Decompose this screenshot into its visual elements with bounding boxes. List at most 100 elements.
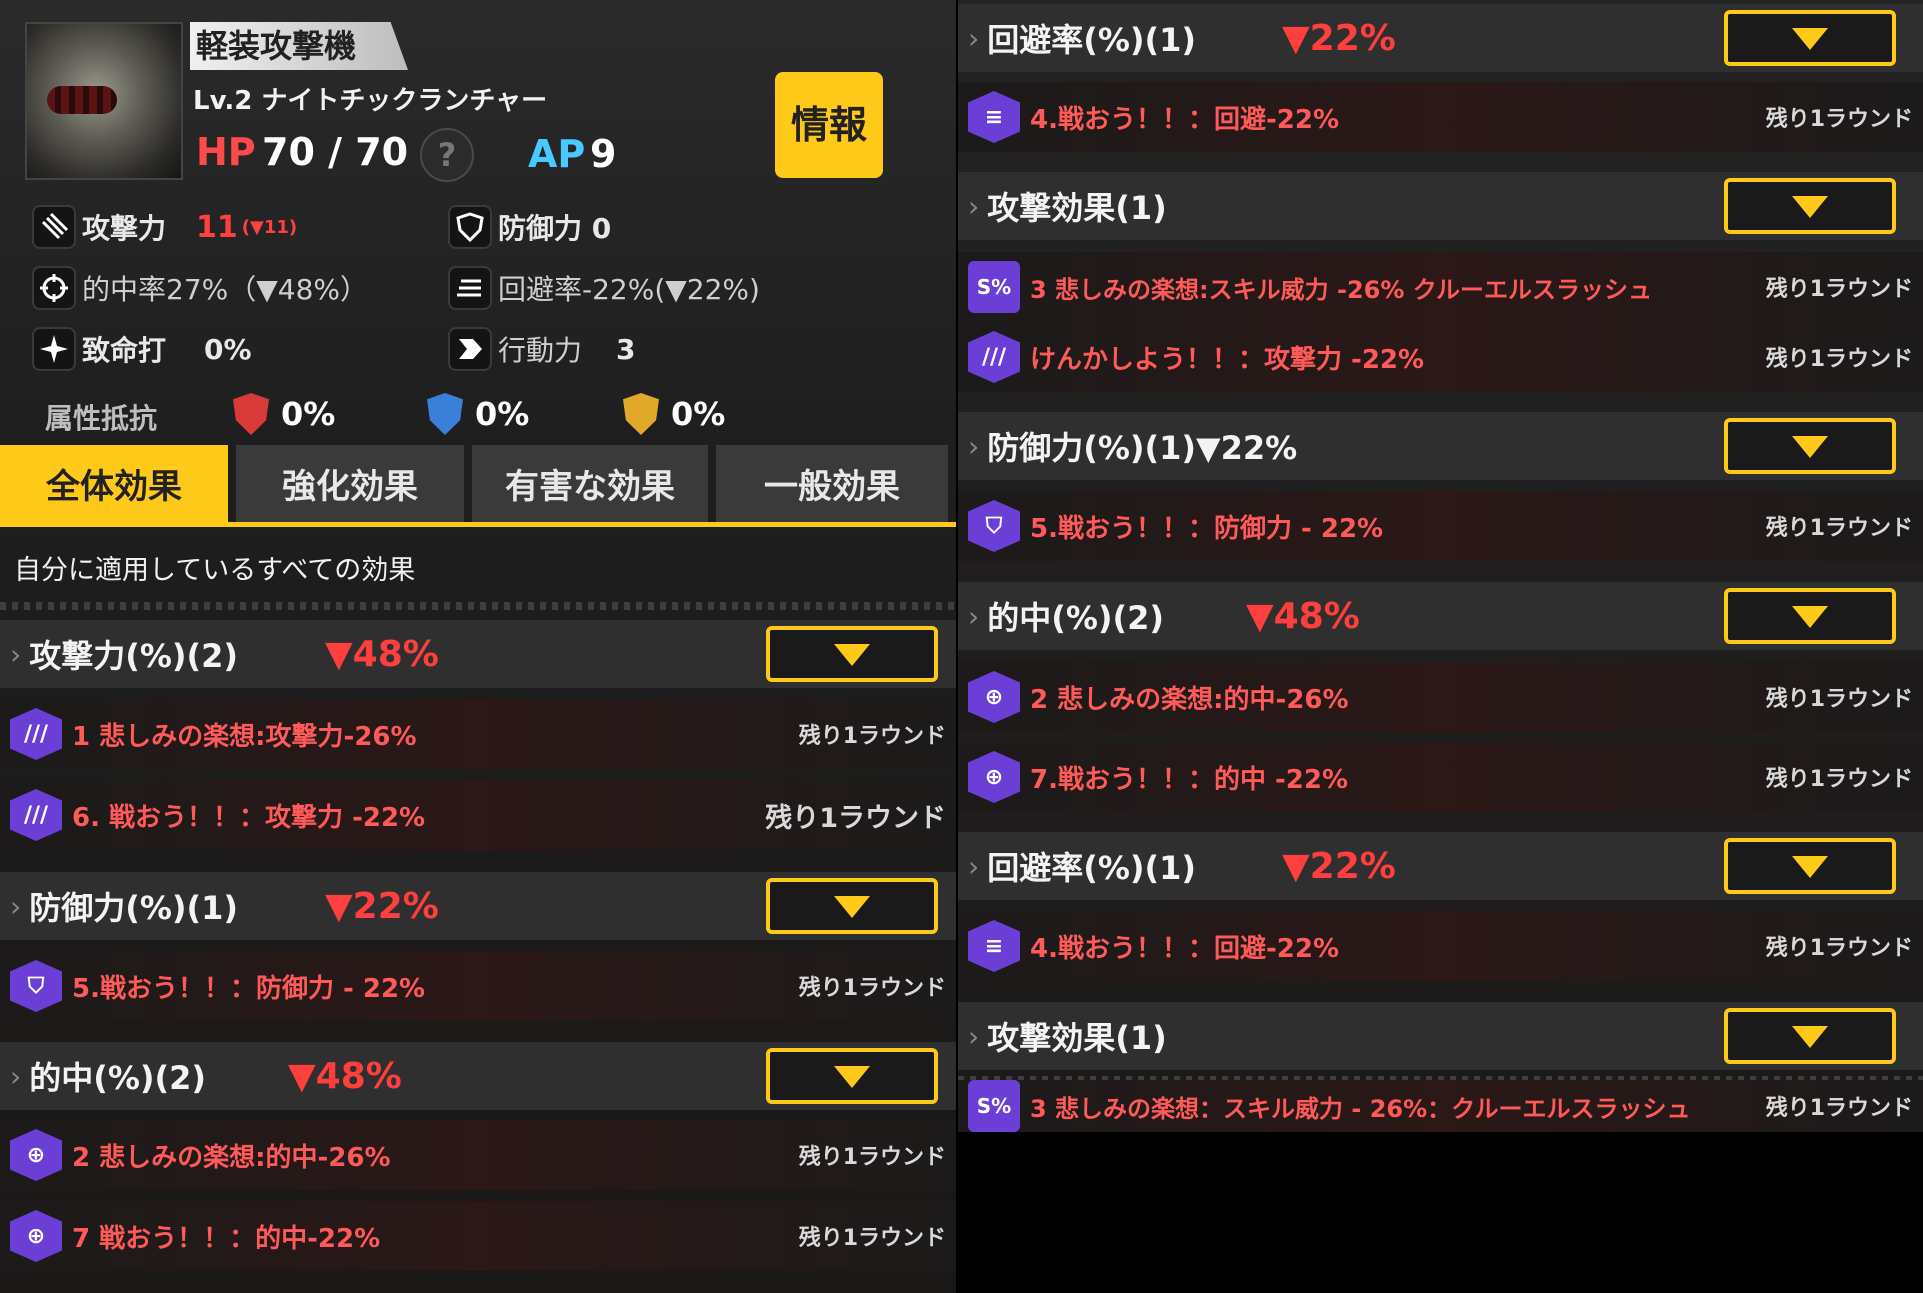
expand-dropdown-button[interactable] (1724, 588, 1896, 644)
claw-icon (32, 205, 76, 249)
stat-evasion-label: 回避率-22%(▼22%) (498, 273, 760, 306)
crosshair-icon (32, 266, 76, 310)
divider (0, 602, 956, 610)
resist-water-value: 0% (475, 395, 530, 433)
tab-underline (0, 522, 956, 527)
stat-evasion: 回避率-22%(▼22%) (448, 264, 760, 312)
stat-action: 行動力 3 (448, 325, 636, 373)
effect-remaining: 残り1ラウンド (1765, 936, 1913, 961)
effect-text: 2 悲しみの楽想:的中-26% (72, 1142, 391, 1173)
tab-all-effects[interactable]: 全体効果 (0, 445, 228, 522)
effect-text: 3 悲しみの楽想：スキル威力 - 26%：クルーエルスラッシュ (1030, 1094, 1691, 1123)
stat-action-label: 行動力 (498, 334, 583, 367)
effect-group-percent: ▼22% (325, 885, 439, 927)
effect-remaining: 残り1ラウンド (1765, 107, 1913, 132)
expand-dropdown-button[interactable] (1724, 1008, 1896, 1064)
unit-type-label: 軽装攻撃機 (190, 22, 408, 70)
expand-dropdown-button[interactable] (766, 626, 938, 682)
tab-general-effects[interactable]: 一般効果 (716, 445, 948, 522)
effect-group-title: 回避率(%)(1) (987, 21, 1197, 59)
effect-group-percent: ▼48% (288, 1055, 402, 1097)
effect-row: /// 6. 戦おう！！：攻撃力 -22% 残り1ラウンド (0, 780, 956, 850)
effect-remaining: 残り1ラウンド (1765, 1096, 1913, 1121)
effect-text: けんかしよう！！：攻撃力 -22% (1030, 344, 1425, 375)
effect-row: ⊕ 2 悲しみの楽想:的中-26% 残り1ラウンド (958, 662, 1923, 732)
effect-row: ⊕ 2 悲しみの楽想:的中-26% 残り1ラウンド (0, 1120, 956, 1190)
effects-list-scrolled: › 回避率(%)(1) ▼22% ≡ 4.戦おう！！：回避-22% 残り1ラウン… (958, 0, 1923, 1132)
effect-group-attack[interactable]: › 攻撃力(%)(2) ▼48% (0, 620, 956, 688)
fire-shield-icon (233, 393, 269, 435)
effect-text: 4.戦おう！！：回避-22% (1030, 933, 1339, 964)
effect-group-evasion[interactable]: › 回避率(%)(1) ▼22% (958, 4, 1923, 72)
effect-group-accuracy[interactable]: › 的中(%)(2) ▼48% (0, 1042, 956, 1110)
tab-description: 自分に適用しているすべての効果 (14, 555, 416, 586)
effect-group-percent: ▼22% (1282, 845, 1396, 887)
stat-crit-value: 0% (204, 332, 252, 366)
crosshair-icon: ⊕ (10, 1210, 62, 1262)
effect-group-defense[interactable]: › 防御力(%)(1) ▼22% (0, 872, 956, 940)
tab-harmful-effects[interactable]: 有害な効果 (472, 445, 708, 522)
expand-dropdown-button[interactable] (766, 878, 938, 934)
thunder-shield-icon (623, 393, 659, 435)
effect-group-title: 的中(%)(2) (987, 599, 1165, 637)
water-shield-icon (427, 393, 463, 435)
claw-icon: /// (10, 789, 62, 841)
chevron-right-icon: › (10, 637, 22, 671)
expand-dropdown-button[interactable] (1724, 838, 1896, 894)
expand-dropdown-button[interactable] (1724, 178, 1896, 234)
effect-remaining: 残り1ラウンド (1765, 516, 1913, 541)
stat-attack-delta: (▼11) (241, 216, 298, 238)
effect-row: ⛉ 5.戦おう！！：防御力 - 22% 残り1ラウンド (0, 951, 956, 1021)
shield-icon: ⛉ (968, 500, 1020, 552)
effect-remaining: 残り1ラウンド (1765, 347, 1913, 372)
effect-group-accuracy[interactable]: › 的中(%)(2) ▼48% (958, 582, 1923, 650)
effect-group-defense[interactable]: › 防御力(%)(1)▼22% (958, 412, 1923, 480)
effect-group-title: 攻撃力(%)(2) (29, 637, 239, 675)
chevron-right-icon: › (968, 599, 980, 633)
stat-action-value: 3 (616, 332, 636, 366)
help-button[interactable]: ? (420, 128, 474, 182)
stat-attack-value: 11 (196, 209, 238, 245)
chevron-right-icon: › (10, 1059, 22, 1093)
tab-buff-effects[interactable]: 強化効果 (236, 445, 464, 522)
chevron-right-icon: › (968, 21, 980, 55)
expand-dropdown-button[interactable] (1724, 418, 1896, 474)
ap-value: 9 (590, 132, 617, 176)
chevron-right-icon: › (968, 189, 980, 223)
resist-fire-value: 0% (281, 395, 336, 433)
expand-dropdown-button[interactable] (766, 1048, 938, 1104)
stat-defense-label: 防御力 0 (498, 212, 612, 245)
effect-remaining: 残り1ラウンド (765, 802, 946, 834)
chevron-right-icon: › (968, 849, 980, 883)
effect-group-title: 的中(%)(2) (29, 1059, 207, 1097)
effect-row: S% 3 悲しみの楽想:スキル威力 -26% クルーエルスラッシュ 残り1ラウン… (958, 252, 1923, 322)
skill-icon: S% (968, 1080, 1020, 1132)
effect-group-percent: ▼22% (1282, 17, 1396, 59)
shield-icon: ⛉ (10, 960, 62, 1012)
hp-value: 70 / 70 (262, 130, 409, 174)
effect-row: S% 3 悲しみの楽想：スキル威力 - 26%：クルーエルスラッシュ 残り1ラウ… (958, 1080, 1923, 1132)
effect-group-evasion[interactable]: › 回避率(%)(1) ▼22% (958, 832, 1923, 900)
shield-icon (448, 205, 492, 249)
resist-thunder: 0% (623, 393, 725, 435)
evasion-lines-icon: ≡ (968, 920, 1020, 972)
info-button[interactable]: 情報 (775, 72, 883, 178)
effect-group-percent: ▼48% (1246, 595, 1360, 637)
stat-attack-label: 攻撃力 (82, 212, 167, 245)
chevron-right-icon: › (968, 429, 980, 463)
effect-text: 4.戦おう！！：回避-22% (1030, 104, 1339, 135)
effect-group-attack-effect[interactable]: › 攻撃効果(1) (958, 172, 1923, 240)
effect-row: ≡ 4.戦おう！！：回避-22% 残り1ラウンド (958, 82, 1923, 152)
stat-defense: 防御力 0 (448, 203, 611, 251)
claw-icon: /// (10, 708, 62, 760)
expand-dropdown-button[interactable] (1724, 10, 1896, 66)
effect-group-attack-effect[interactable]: › 攻撃効果(1) (958, 1002, 1923, 1070)
effect-text: 6. 戦おう！！：攻撃力 -22% (72, 802, 426, 833)
effect-text: 1 悲しみの楽想:攻撃力-26% (72, 721, 417, 752)
stat-accuracy-label: 的中率27%（▼48%） (82, 273, 369, 306)
unit-name: Lv.2 ナイトチックランチャー (193, 86, 548, 116)
effect-row: ⊕ 7.戦おう！！：的中 -22% 残り1ラウンド (958, 742, 1923, 812)
effect-group-title: 回避率(%)(1) (987, 849, 1197, 887)
effect-row: /// けんかしよう！！：攻撃力 -22% 残り1ラウンド (958, 322, 1923, 392)
attribute-resist-row: 属性抵抗 0% 0% 0% (45, 393, 945, 437)
